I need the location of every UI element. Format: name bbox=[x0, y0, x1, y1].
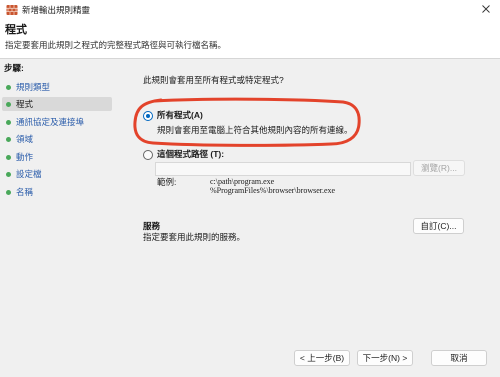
step-label: 程式 bbox=[16, 99, 34, 109]
step-bullet-icon bbox=[6, 119, 11, 125]
close-icon bbox=[482, 5, 490, 15]
wizard-header: 程式 指定要套用此規則之程式的完整程式路徑與可執行檔名稱。 bbox=[0, 20, 500, 59]
cancel-button[interactable]: 取消 bbox=[431, 350, 487, 366]
wizard-window: 新增輸出規則精靈 程式 指定要套用此規則之程式的完整程式路徑與可執行檔名稱。 步… bbox=[0, 0, 500, 377]
example-path-2: %ProgramFiles%\browser\browser.exe bbox=[210, 186, 336, 195]
step-bullet-icon bbox=[6, 154, 11, 160]
back-button[interactable]: < 上一步(B) bbox=[294, 350, 350, 366]
example-path-1: c:\path\program.exe bbox=[210, 177, 275, 186]
step-bullet-icon bbox=[6, 101, 11, 107]
services-title: 服務 bbox=[143, 221, 161, 231]
step-label: 名稱 bbox=[16, 187, 34, 197]
step-bullet-icon bbox=[6, 84, 11, 90]
services-description: 指定要套用此規則的服務。 bbox=[143, 232, 246, 242]
steps-heading: 步驟: bbox=[4, 63, 24, 73]
step-profile[interactable]: 設定檔 bbox=[2, 167, 112, 181]
highlight-annotation bbox=[133, 97, 361, 147]
page-title: 程式 bbox=[5, 24, 27, 36]
step-protocol-ports[interactable]: 通訊協定及連接埠 bbox=[2, 115, 112, 129]
step-bullet-icon bbox=[6, 136, 11, 142]
next-button[interactable]: 下一步(N) > bbox=[357, 350, 413, 366]
step-bullet-icon bbox=[6, 189, 11, 195]
step-label: 領域 bbox=[16, 134, 34, 144]
firewall-icon bbox=[6, 4, 18, 16]
program-path-radio[interactable] bbox=[143, 150, 153, 160]
question-text: 此規則會套用至所有程式或特定程式? bbox=[143, 75, 284, 85]
step-label: 動作 bbox=[16, 152, 34, 162]
example-label: 範例: bbox=[157, 177, 177, 187]
step-label: 規則類型 bbox=[16, 82, 51, 92]
program-path-label[interactable]: 這個程式路徑 (T): bbox=[157, 149, 224, 160]
step-action[interactable]: 動作 bbox=[2, 150, 112, 164]
window-title: 新增輸出規則精靈 bbox=[22, 5, 91, 15]
step-name[interactable]: 名稱 bbox=[2, 185, 112, 199]
customize-button[interactable]: 自訂(C)... bbox=[413, 218, 464, 234]
step-bullet-icon bbox=[6, 171, 11, 177]
step-scope[interactable]: 領域 bbox=[2, 132, 112, 146]
page-subtitle: 指定要套用此規則之程式的完整程式路徑與可執行檔名稱。 bbox=[5, 40, 227, 50]
step-program[interactable]: 程式 bbox=[2, 97, 112, 111]
browse-button[interactable]: 瀏覽(R)... bbox=[413, 160, 465, 176]
close-button[interactable] bbox=[472, 0, 500, 20]
title-bar: 新增輸出規則精靈 bbox=[0, 0, 500, 20]
steps-pane: 步驟: 規則類型 程式 通訊協定及連接埠 領域 動作 設定檔 名稱 bbox=[0, 59, 116, 349]
step-rule-type[interactable]: 規則類型 bbox=[2, 80, 112, 94]
step-label: 通訊協定及連接埠 bbox=[16, 117, 85, 127]
program-path-input[interactable] bbox=[155, 162, 411, 176]
step-label: 設定檔 bbox=[16, 169, 42, 179]
